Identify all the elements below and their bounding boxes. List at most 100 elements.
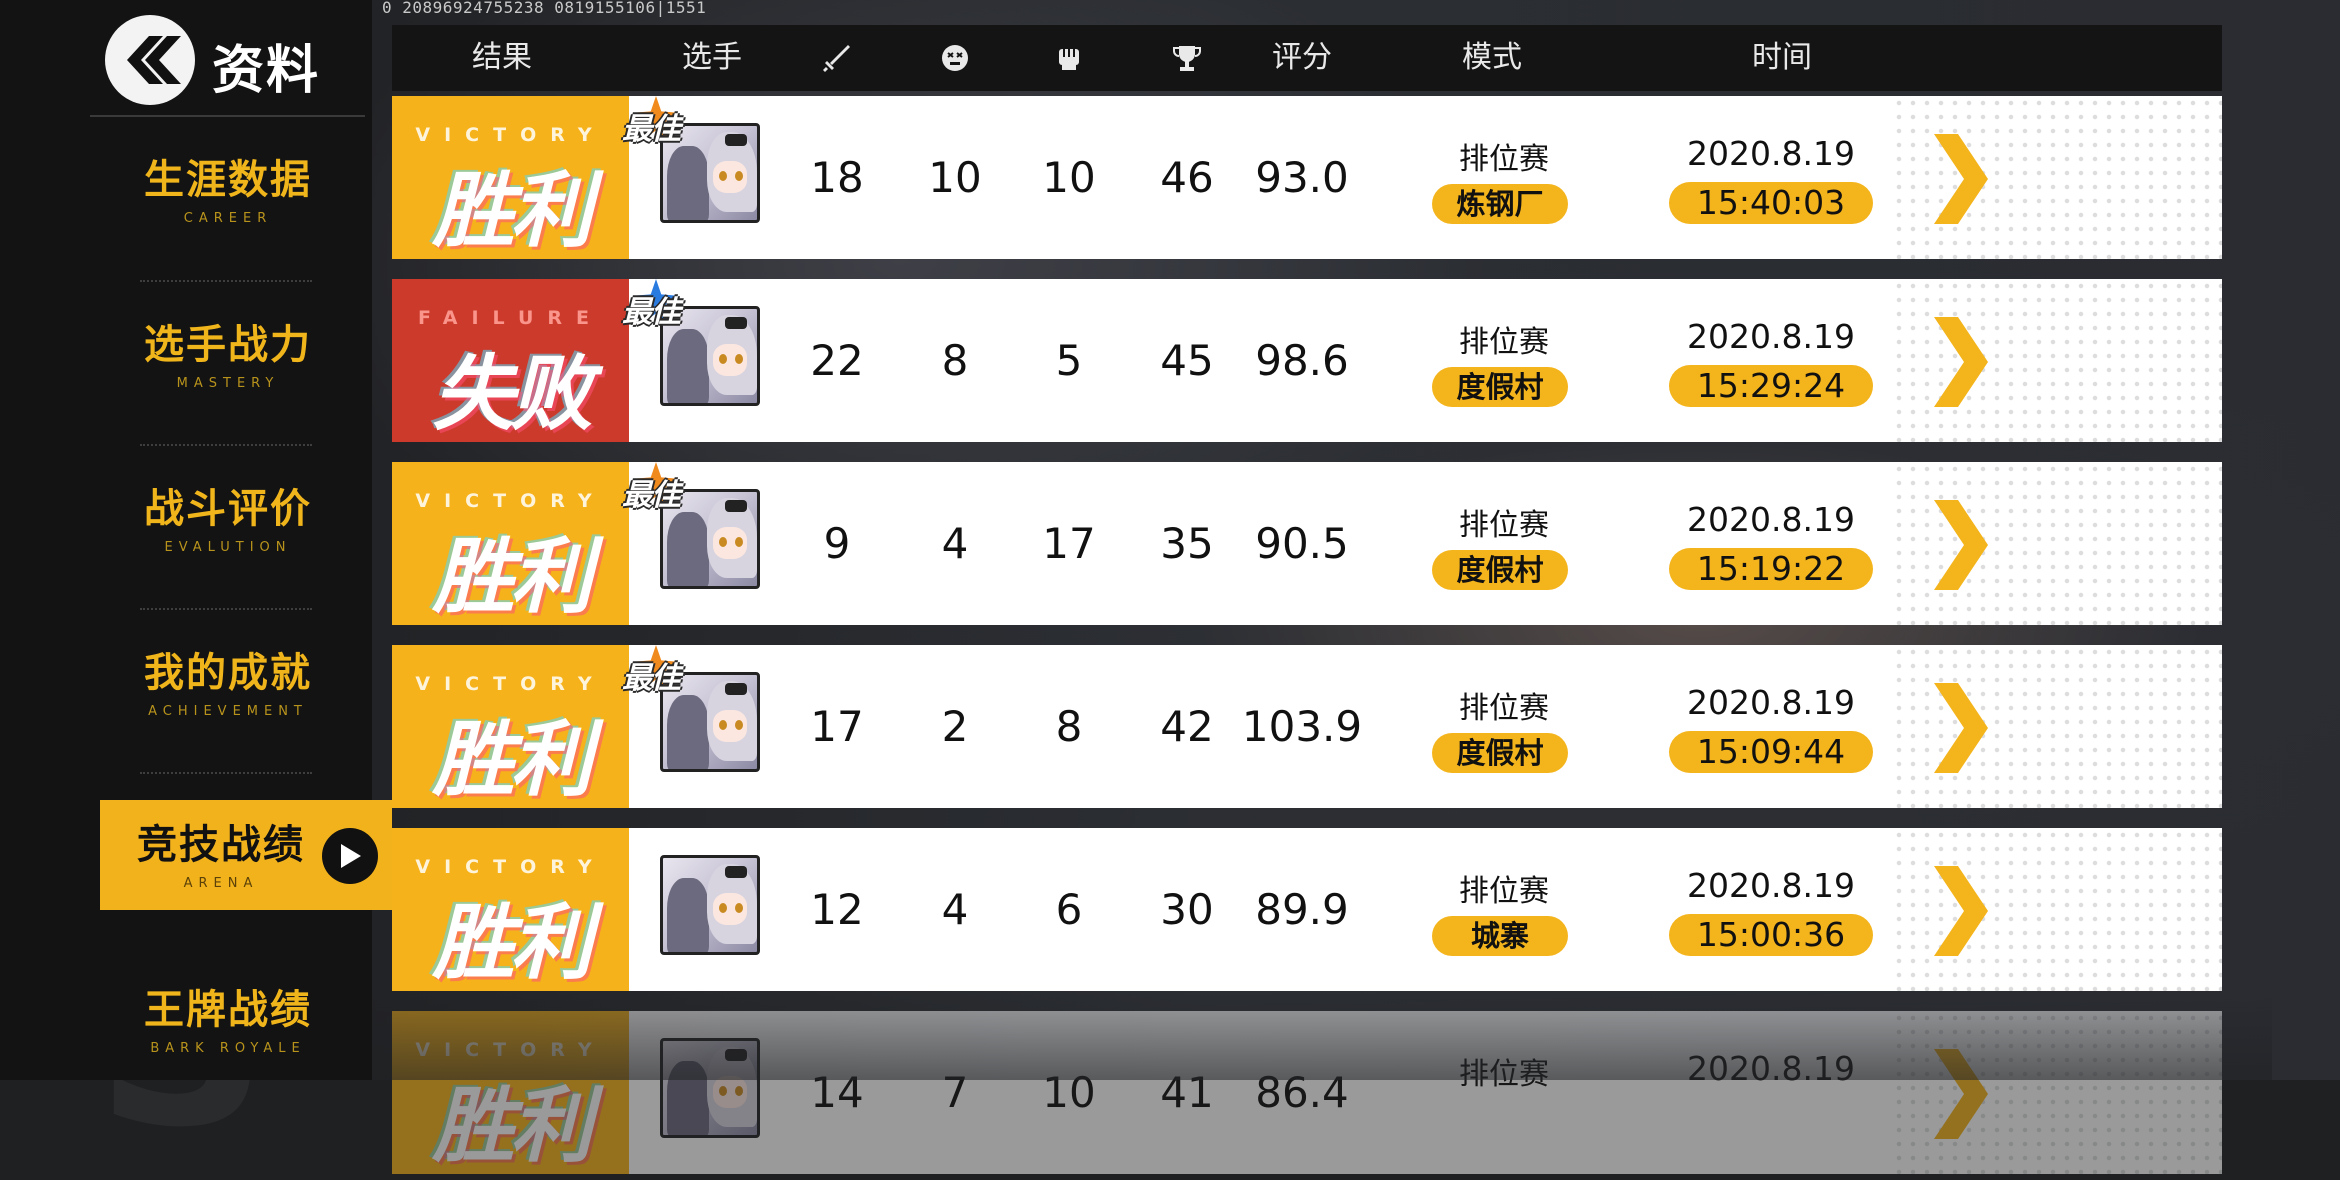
chevron-right-icon[interactable] <box>1930 500 1990 590</box>
map-badge: 度假村 <box>1432 733 1568 773</box>
match-row[interactable]: FAILURE 失败 最佳 22 8 5 45 98.6 排位赛 度假村 2020.8.19 15:2… <box>392 279 2222 442</box>
nav-item-bark-royale[interactable]: 王牌战绩 BARK ROYALE <box>100 965 356 1075</box>
best-label: 最佳 <box>622 112 681 147</box>
match-row[interactable]: VICTORY 胜利 12 4 6 30 89.9 排位赛 城寨 2020.8.19 15:00:3… <box>392 828 2222 991</box>
best-label: 最佳 <box>622 295 681 330</box>
nav-sublabel: BARK ROYALE <box>150 1041 306 1056</box>
result-banner: VICTORY 胜利 <box>392 828 629 991</box>
sword-icon <box>823 45 850 72</box>
nav-sublabel: ACHIEVEMENT <box>148 704 308 719</box>
nav-item-career[interactable]: 生涯数据 CAREER <box>100 135 356 245</box>
column-result: 结果 <box>472 40 532 75</box>
kills-value: 17 <box>810 702 864 751</box>
result-banner: FAILURE 失败 <box>392 279 629 442</box>
score-value: 89.9 <box>1255 885 1349 934</box>
assists-value: 5 <box>1055 336 1083 385</box>
column-mode: 模式 <box>1462 40 1522 75</box>
chevron-right-icon[interactable] <box>1930 317 1990 407</box>
score-value: 98.6 <box>1255 336 1349 385</box>
deaths-value: 4 <box>941 519 969 568</box>
column-time: 时间 <box>1752 40 1812 75</box>
result-label: 胜利 <box>432 530 593 625</box>
result-english: FAILURE <box>417 307 604 329</box>
deaths-value: 10 <box>928 153 982 202</box>
header-divider <box>90 115 365 117</box>
chevron-right-icon[interactable] <box>1930 683 1990 773</box>
column-score: 评分 <box>1272 40 1332 75</box>
nav-item-mastery[interactable]: 选手战力 MASTERY <box>100 300 356 410</box>
trophy-icon <box>1173 46 1201 71</box>
bottom-fade <box>372 990 2272 1080</box>
result-english: VICTORY <box>415 673 606 695</box>
result-label: 胜利 <box>432 713 593 808</box>
match-date: 2020.8.19 <box>1687 317 1855 356</box>
result-banner: VICTORY 胜利 <box>392 645 629 808</box>
chevron-right-icon[interactable] <box>1930 866 1990 956</box>
match-date: 2020.8.19 <box>1687 134 1855 173</box>
column-assists <box>1039 25 1099 91</box>
mode-label: 排位赛 <box>1459 508 1549 543</box>
double-chevron-left-icon <box>127 36 181 84</box>
match-date: 2020.8.19 <box>1687 866 1855 905</box>
deaths-value: 8 <box>941 336 969 385</box>
fist-icon <box>1059 49 1079 70</box>
nav-label: 选手战力 <box>144 322 312 368</box>
score-value: 90.5 <box>1255 519 1349 568</box>
best-label: 最佳 <box>622 661 681 696</box>
points-value: 45 <box>1160 336 1214 385</box>
nav-sublabel: EVALUTION <box>164 540 292 555</box>
skull-icon <box>942 45 968 71</box>
nav-item-evaluation[interactable]: 战斗评价 EVALUTION <box>100 464 356 574</box>
column-deaths <box>925 25 985 91</box>
nav-item-achievement[interactable]: 我的成就 ACHIEVEMENT <box>100 628 356 738</box>
score-value: 93.0 <box>1255 153 1349 202</box>
mode-label: 排位赛 <box>1459 691 1549 726</box>
deaths-value: 4 <box>941 885 969 934</box>
assists-value: 6 <box>1055 885 1083 934</box>
nav-divider <box>140 772 312 774</box>
match-row[interactable]: VICTORY 胜利 最佳 17 2 8 42 103.9 排位赛 度假村 2020.8.19 15:… <box>392 645 2222 808</box>
assists-value: 10 <box>1042 153 1096 202</box>
kills-value: 18 <box>810 153 864 202</box>
assists-value: 17 <box>1042 519 1096 568</box>
points-value: 46 <box>1160 153 1214 202</box>
map-badge: 炼钢厂 <box>1432 184 1568 224</box>
nav-item-arena[interactable]: 竞技战绩 ARENA <box>100 800 392 910</box>
match-time: 15:00:36 <box>1669 914 1873 956</box>
best-badge: 最佳 <box>622 279 714 330</box>
points-value: 30 <box>1160 885 1214 934</box>
map-badge: 度假村 <box>1432 550 1568 590</box>
mode-label: 排位赛 <box>1459 874 1549 909</box>
match-time: 15:40:03 <box>1669 182 1873 224</box>
best-label: 最佳 <box>622 478 681 513</box>
column-points <box>1157 25 1217 91</box>
match-time: 15:09:44 <box>1669 731 1873 773</box>
map-badge: 城寨 <box>1432 916 1568 956</box>
chevron-right-icon[interactable] <box>1930 134 1990 224</box>
nav-label: 王牌战绩 <box>144 987 312 1033</box>
assists-value: 8 <box>1055 702 1083 751</box>
back-button[interactable] <box>105 15 195 105</box>
match-time: 15:19:22 <box>1669 548 1873 590</box>
nav-divider <box>140 444 312 446</box>
deaths-value: 2 <box>941 702 969 751</box>
nav-sublabel: CAREER <box>183 211 273 226</box>
match-row[interactable]: VICTORY 胜利 最佳 9 4 17 35 90.5 排位赛 度假村 2020.8.19 15:1… <box>392 462 2222 625</box>
points-value: 42 <box>1160 702 1214 751</box>
sidebar: 资料 生涯数据 CAREER 选手战力 MASTERY 战斗评价 EVALUTI… <box>0 0 372 1080</box>
points-value: 35 <box>1160 519 1214 568</box>
match-date: 2020.8.19 <box>1687 500 1855 539</box>
player-avatar <box>660 855 760 955</box>
kills-value: 9 <box>823 519 851 568</box>
column-player: 选手 <box>682 40 742 75</box>
play-icon <box>341 844 361 868</box>
result-english: VICTORY <box>415 124 606 146</box>
page-title: 资料 <box>212 41 321 101</box>
mode-label: 排位赛 <box>1459 325 1549 360</box>
play-icon-button[interactable] <box>322 828 378 884</box>
result-label: 胜利 <box>432 164 593 259</box>
best-badge: 最佳 <box>622 462 714 513</box>
match-row[interactable]: VICTORY 胜利 最佳 18 10 10 46 93.0 排位赛 炼钢厂 2020.8.19 15… <box>392 96 2222 259</box>
column-kills <box>807 25 867 91</box>
nav-divider <box>140 280 312 282</box>
